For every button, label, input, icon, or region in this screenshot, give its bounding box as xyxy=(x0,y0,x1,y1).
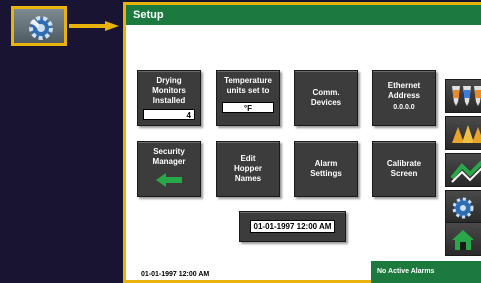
ethernet-address-tile[interactable]: Ethernet Address 0.0.0.0 xyxy=(372,70,436,126)
settings-callout xyxy=(11,6,67,46)
nav-settings-button[interactable] xyxy=(445,190,481,224)
tile-label: Alarm xyxy=(314,159,338,168)
settings-icon xyxy=(452,197,474,219)
calibrate-screen-tile[interactable]: Calibrate Screen xyxy=(372,141,436,197)
alarm-status-bar[interactable]: No Active Alarms xyxy=(371,261,481,283)
tile-label: Devices xyxy=(310,98,342,107)
setup-window: Setup Drying Monitors Installed 4 Temper… xyxy=(123,2,481,283)
tile-label: Monitors xyxy=(152,86,186,95)
home-icon xyxy=(452,230,474,250)
dryers-icon xyxy=(452,125,481,143)
arrow-left-icon xyxy=(156,173,182,187)
nav-dryers-button[interactable] xyxy=(445,116,481,150)
tile-label: Settings xyxy=(310,169,342,178)
nav-trend-button[interactable] xyxy=(445,153,481,187)
comm-devices-tile[interactable]: Comm. Devices xyxy=(294,70,358,126)
tile-label: units set to xyxy=(226,86,270,95)
tile-label: Edit xyxy=(240,154,256,163)
nav-hoppers-button[interactable] xyxy=(445,79,481,113)
tile-label: Hopper xyxy=(234,164,262,173)
temperature-units-value[interactable]: °F xyxy=(222,102,274,113)
ethernet-address-value: 0.0.0.0 xyxy=(393,104,415,111)
tile-label: Security xyxy=(153,147,185,156)
screen: Setup Drying Monitors Installed 4 Temper… xyxy=(0,0,481,283)
edit-hopper-names-tile[interactable]: Edit Hopper Names xyxy=(216,141,280,197)
tile-label: Installed xyxy=(152,96,186,105)
tile-label: Temperature xyxy=(224,76,272,85)
tile-label: Manager xyxy=(152,157,186,166)
drying-monitors-tile[interactable]: Drying Monitors Installed 4 xyxy=(137,70,201,126)
drying-monitors-value[interactable]: 4 xyxy=(143,109,195,120)
datetime-value: 01-01-1997 12:00 AM xyxy=(249,220,336,233)
tile-label: Screen xyxy=(390,169,418,178)
trend-icon xyxy=(450,160,481,183)
security-manager-tile[interactable]: Security Manager xyxy=(137,141,201,197)
tile-label: Calibrate xyxy=(386,159,422,168)
nav-home-button[interactable] xyxy=(445,222,481,256)
tile-label: Comm. xyxy=(312,88,340,97)
arrow-right-icon xyxy=(69,21,119,31)
footer-datetime: 01-01-1997 12:00 AM xyxy=(141,271,210,278)
window-title: Setup xyxy=(126,5,481,25)
tile-label: Ethernet xyxy=(387,81,421,90)
set-datetime-button[interactable]: 01-01-1997 12:00 AM xyxy=(239,211,346,242)
hoppers-icon xyxy=(452,86,481,106)
tile-label: Names xyxy=(234,174,262,183)
tile-label: Address xyxy=(387,91,420,100)
temperature-units-tile[interactable]: Temperature units set to °F xyxy=(216,70,280,126)
wrench-gear-icon xyxy=(29,16,53,40)
alarm-settings-tile[interactable]: Alarm Settings xyxy=(294,141,358,197)
tile-label: Drying xyxy=(156,76,182,85)
